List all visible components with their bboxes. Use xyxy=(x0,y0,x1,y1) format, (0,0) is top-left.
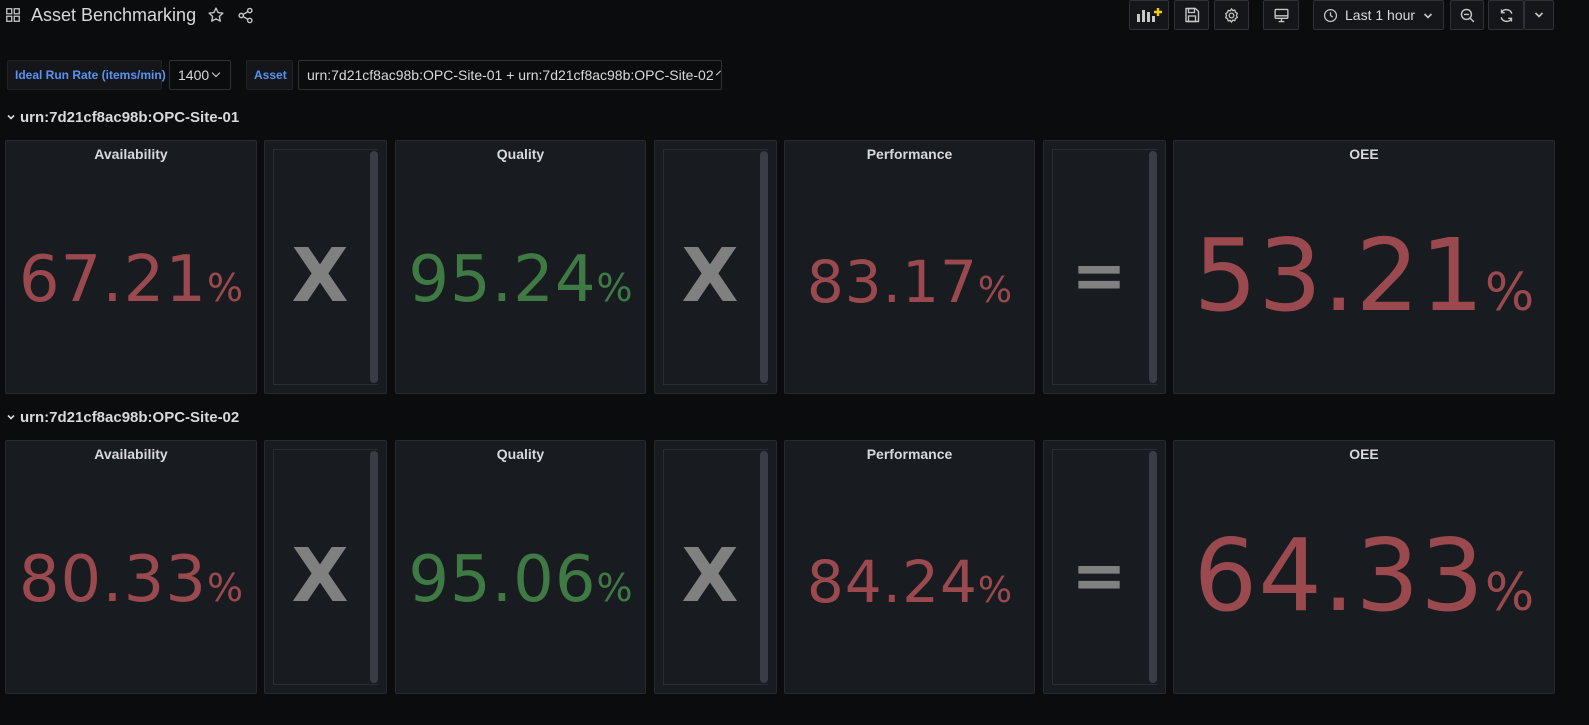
multiply-operator-panel: X xyxy=(654,140,777,394)
refresh-button[interactable] xyxy=(1488,0,1524,30)
operator-symbol: X xyxy=(681,533,739,619)
panel-scrollbar[interactable] xyxy=(1149,151,1157,383)
panel-scrollbar[interactable] xyxy=(1149,451,1157,683)
dashboard-settings-button[interactable] xyxy=(1214,0,1249,30)
settings-icon xyxy=(1225,7,1238,23)
stat-value: 84.24 xyxy=(806,548,978,616)
equals-operator-panel: = xyxy=(1043,140,1166,394)
availability-panel[interactable]: Availability 67.21% xyxy=(5,140,257,394)
refresh-interval-dropdown[interactable] xyxy=(1524,0,1554,30)
chevron-down-icon xyxy=(1423,13,1433,19)
panel-scrollbar[interactable] xyxy=(760,151,768,383)
stat-unit: % xyxy=(1484,563,1535,623)
availability-panel[interactable]: Availability 80.33% xyxy=(5,440,257,694)
row-header-site-02[interactable]: urn:7d21cf8ac98b:OPC-Site-02 xyxy=(6,406,239,428)
stat-value: 95.24 xyxy=(408,243,597,317)
performance-panel[interactable]: Performance 83.17% xyxy=(784,140,1035,394)
run-rate-variable-select[interactable]: 1400 xyxy=(169,60,231,90)
panel-title: OEE xyxy=(1349,146,1379,162)
panel-title: Performance xyxy=(866,446,953,462)
run-rate-variable-label: Ideal Run Rate (items/min) xyxy=(7,60,166,90)
add-panel-icon xyxy=(1137,8,1162,22)
operator-symbol: = xyxy=(1071,537,1127,614)
save-dashboard-button[interactable] xyxy=(1174,0,1209,30)
asset-variable-label: Asset xyxy=(246,60,293,90)
row-title: urn:7d21cf8ac98b:OPC-Site-01 xyxy=(20,108,240,126)
availability-stat: 67.21% xyxy=(6,243,256,317)
star-icon[interactable] xyxy=(207,6,225,24)
panel-title: OEE xyxy=(1349,446,1379,462)
stat-value: 53.21 xyxy=(1193,217,1485,334)
stat-value: 80.33 xyxy=(18,543,208,617)
panel-title: Quality xyxy=(496,446,545,462)
oee-stat: 64.33% xyxy=(1174,517,1554,634)
panel-title: Quality xyxy=(496,146,545,162)
chevron-down-icon xyxy=(1534,12,1544,18)
panel-scrollbar[interactable] xyxy=(760,451,768,683)
stat-value: 64.33 xyxy=(1193,517,1485,634)
chevron-down-icon xyxy=(715,70,721,76)
run-rate-value: 1400 xyxy=(178,67,210,83)
oee-panel[interactable]: OEE 64.33% xyxy=(1173,440,1555,694)
stat-unit: % xyxy=(596,566,633,610)
refresh-icon xyxy=(1500,8,1512,22)
stat-value: 67.21 xyxy=(18,243,208,317)
share-icon[interactable] xyxy=(237,7,254,24)
quality-stat: 95.24% xyxy=(396,243,645,317)
stat-unit: % xyxy=(1484,263,1535,323)
row-header-site-01[interactable]: urn:7d21cf8ac98b:OPC-Site-01 xyxy=(6,106,239,128)
row-title: urn:7d21cf8ac98b:OPC-Site-02 xyxy=(20,408,240,426)
multiply-operator-panel: X xyxy=(264,140,387,394)
chevron-down-icon xyxy=(7,114,15,120)
time-range-picker[interactable]: Last 1 hour xyxy=(1313,0,1444,30)
performance-panel[interactable]: Performance 84.24% xyxy=(784,440,1035,694)
operator-symbol: X xyxy=(291,233,349,319)
multiply-operator-panel: X xyxy=(264,440,387,694)
asset-value: urn:7d21cf8ac98b:OPC-Site-01 + urn:7d21c… xyxy=(307,67,714,83)
performance-stat: 83.17% xyxy=(785,248,1034,316)
view-mode-button[interactable] xyxy=(1263,0,1299,30)
quality-panel[interactable]: Quality 95.24% xyxy=(395,140,646,394)
chevron-down-icon xyxy=(7,414,15,420)
panel-title: Availability xyxy=(94,446,168,462)
dashboard-title[interactable]: Asset Benchmarking xyxy=(31,5,196,26)
performance-stat: 84.24% xyxy=(785,548,1034,616)
quality-stat: 95.06% xyxy=(396,543,645,617)
oee-panel[interactable]: OEE 53.21% xyxy=(1173,140,1555,394)
operator-symbol: X xyxy=(681,233,739,319)
stat-unit: % xyxy=(207,266,244,310)
stat-unit: % xyxy=(596,266,633,310)
dashboards-grid-icon[interactable] xyxy=(6,8,20,22)
panel-title: Availability xyxy=(94,146,168,162)
panel-scrollbar[interactable] xyxy=(370,451,378,683)
equals-operator-panel: = xyxy=(1043,440,1166,694)
quality-panel[interactable]: Quality 95.06% xyxy=(395,440,646,694)
stat-value: 83.17 xyxy=(806,248,978,316)
zoom-out-icon xyxy=(1460,8,1474,22)
zoom-out-button[interactable] xyxy=(1450,0,1484,30)
clock-icon xyxy=(1323,8,1338,22)
asset-variable-select[interactable]: urn:7d21cf8ac98b:OPC-Site-01 + urn:7d21c… xyxy=(298,60,722,90)
stat-unit: % xyxy=(207,566,244,610)
operator-symbol: = xyxy=(1071,237,1127,314)
save-icon xyxy=(1184,7,1199,23)
panel-scrollbar[interactable] xyxy=(370,151,378,383)
multiply-operator-panel: X xyxy=(654,440,777,694)
add-panel-button[interactable] xyxy=(1129,0,1169,30)
chevron-down-icon xyxy=(211,68,221,78)
stat-unit: % xyxy=(977,570,1013,611)
availability-stat: 80.33% xyxy=(6,543,256,617)
dashboard-navbar: Asset Benchmarking Last 1 hour xyxy=(0,0,1589,34)
tv-mode-icon xyxy=(1273,8,1289,22)
stat-value: 95.06 xyxy=(408,543,597,617)
operator-symbol: X xyxy=(291,533,349,619)
stat-unit: % xyxy=(977,270,1013,311)
panel-title: Performance xyxy=(866,146,953,162)
oee-stat: 53.21% xyxy=(1174,217,1554,334)
time-range-label: Last 1 hour xyxy=(1345,7,1416,23)
